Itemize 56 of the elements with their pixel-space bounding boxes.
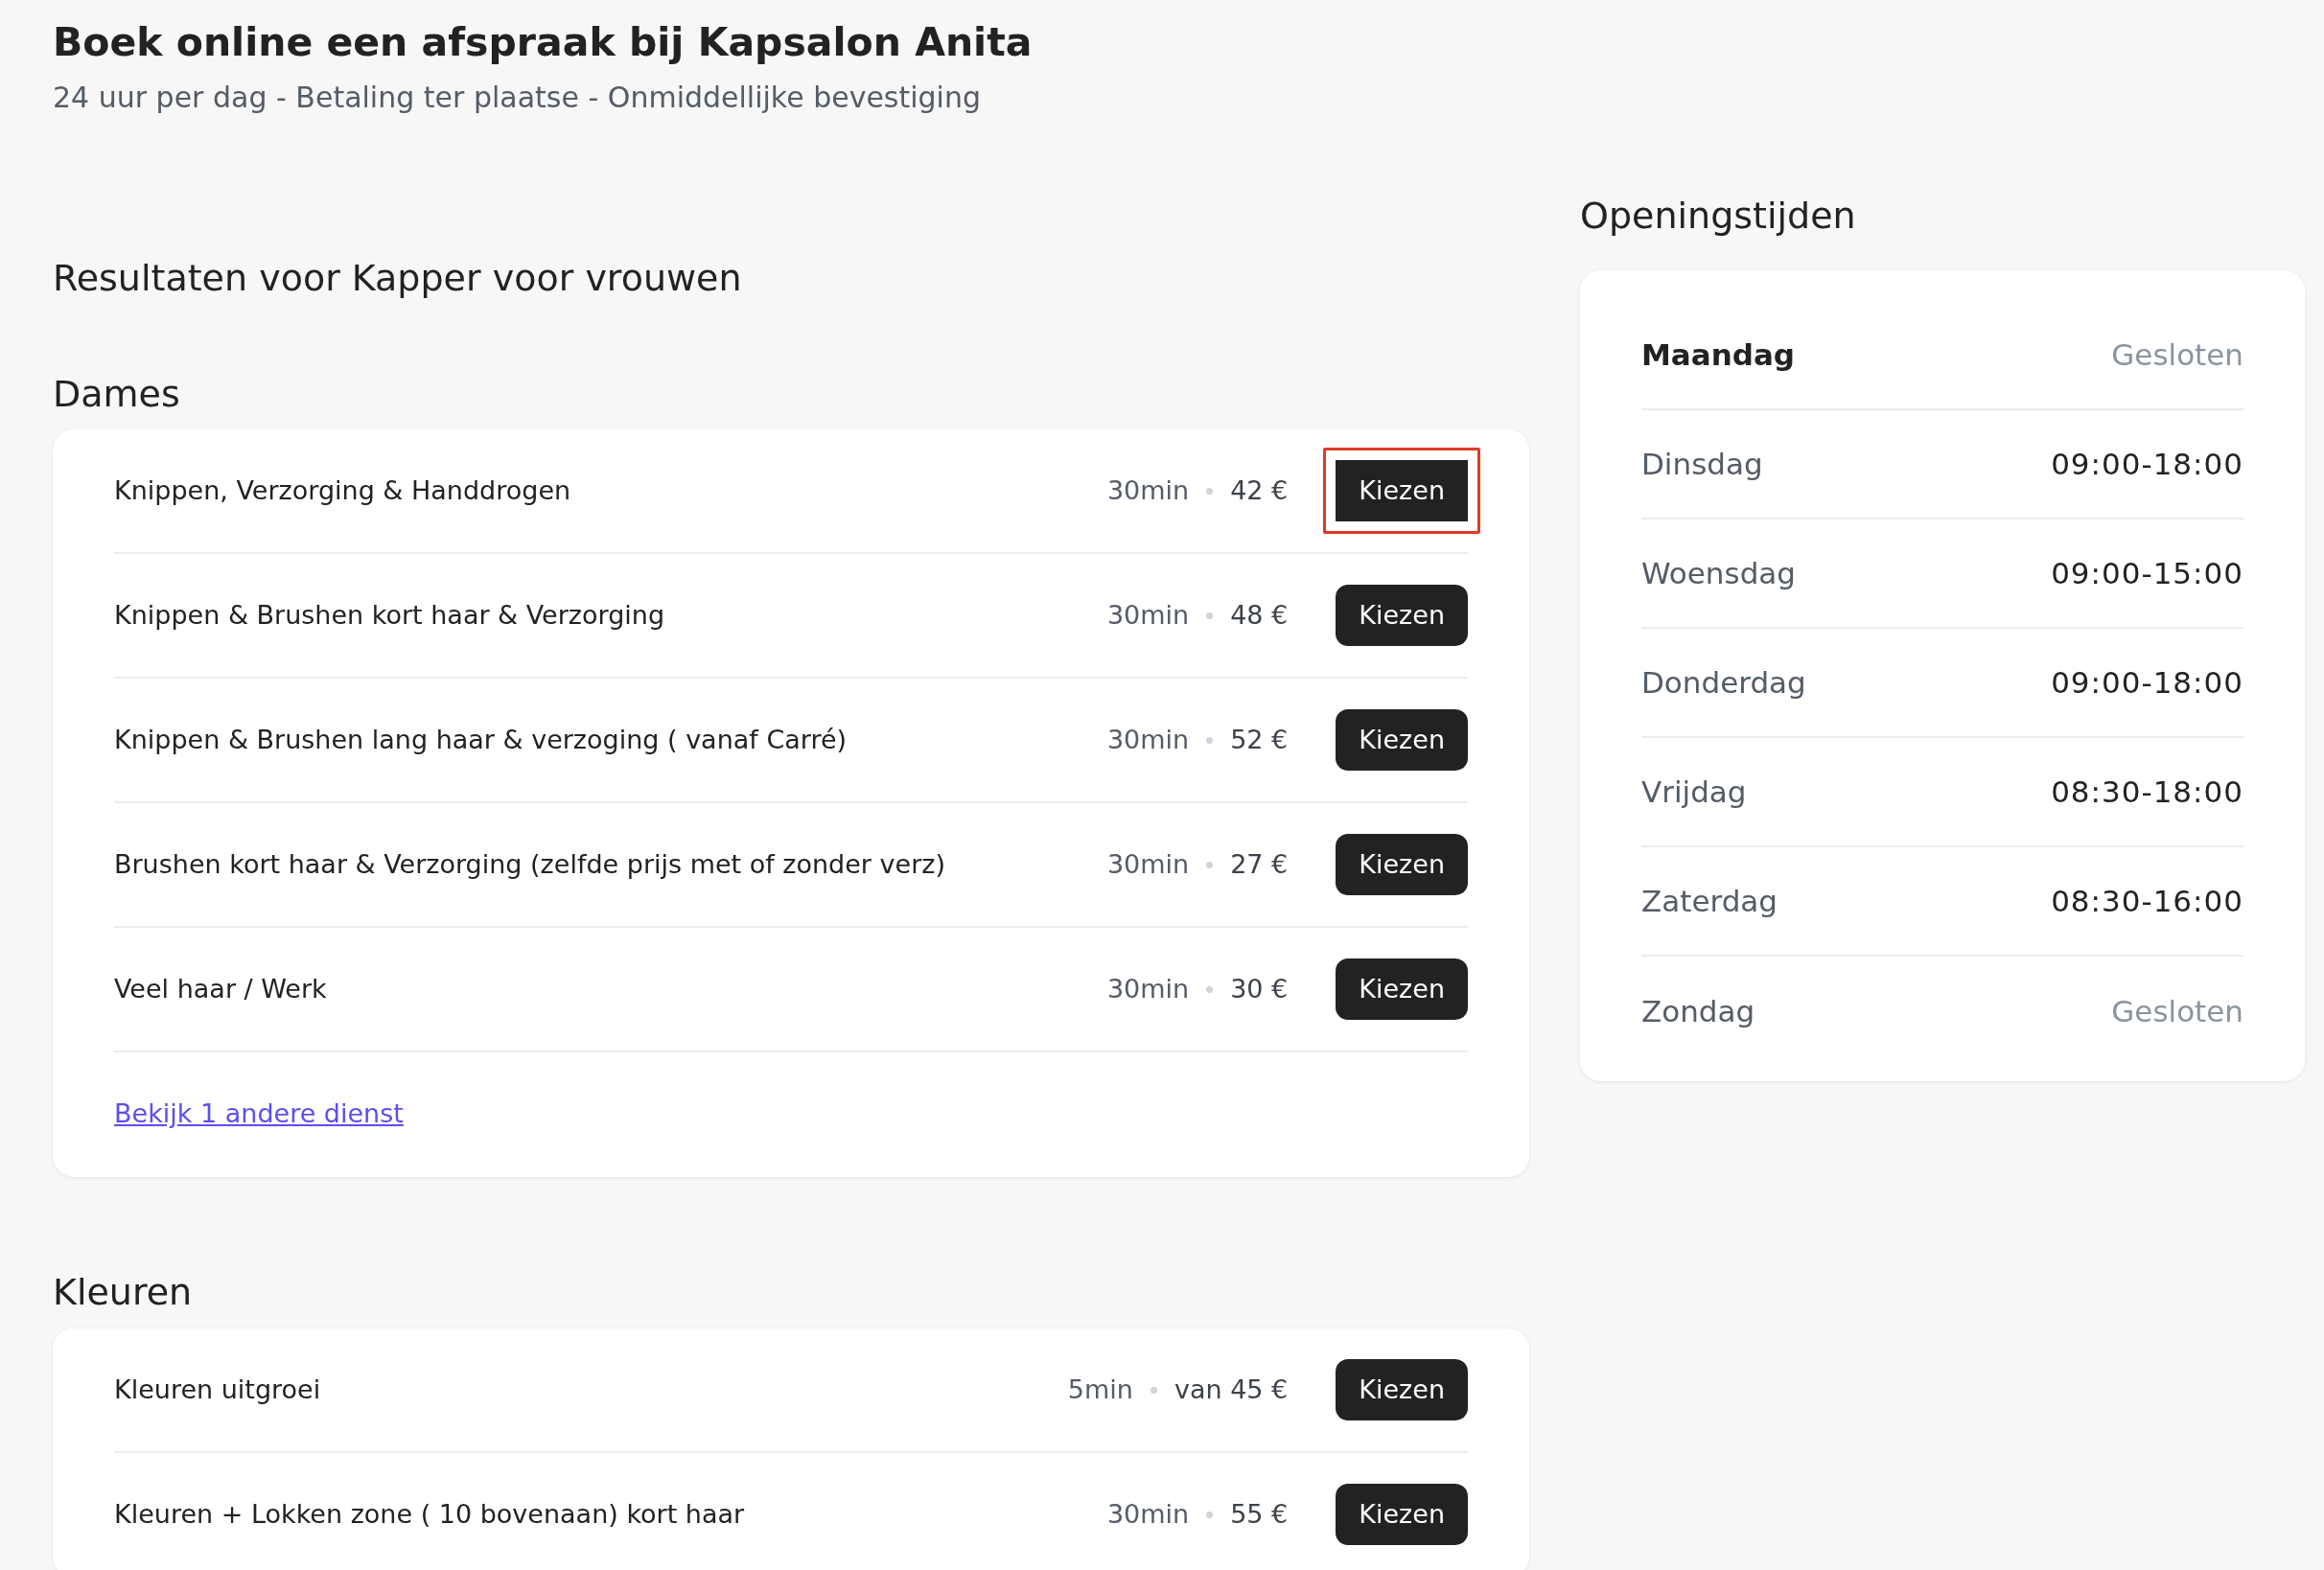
service-name: Kleuren + Lokken zone ( 10 bovenaan) kort haar (114, 1497, 746, 1531)
opening-hours: Gesloten (2111, 992, 2243, 1030)
separator-dot (1150, 1386, 1157, 1394)
service-name: Brushen kort haar & Verzorging (zelfde prijs met of zonder verz) (114, 848, 946, 882)
service-name: Veel haar / Werk (114, 973, 328, 1006)
service-price: 48 € (1230, 599, 1289, 633)
opening-hours: 09:00-18:00 (2051, 663, 2243, 702)
opening-hours: 09:00-18:00 (2051, 445, 2243, 483)
separator-dot (1206, 862, 1214, 868)
service-duration: 30min (1106, 599, 1190, 633)
separator-dot (1206, 488, 1214, 495)
day-name: Maandag (1641, 335, 1796, 374)
choose-button[interactable]: Kiezen (1323, 448, 1480, 535)
separator-dot (1206, 737, 1214, 744)
day-name: Donderdag (1641, 663, 1806, 702)
day-name: Vrijdag (1641, 773, 1747, 811)
separator-dot (1206, 986, 1214, 993)
service-name: Knippen, Verzorging & Handdrogen (114, 474, 572, 508)
opening-hours: 08:30-16:00 (2051, 882, 2243, 920)
day-name: Woensdag (1641, 554, 1797, 592)
opening-hours: Gesloten (2111, 335, 2243, 374)
page-title: Boek online een afspraak bij Kapsalon Anita (53, 18, 1034, 67)
results-heading: Resultaten voor Kapper voor vrouwen (53, 257, 743, 301)
day-name: Zondag (1641, 992, 1755, 1030)
opening-hours: 09:00-15:00 (2051, 554, 2243, 592)
opening-hours-heading: Openingstijden (1580, 195, 1857, 239)
choose-button[interactable]: Kiezen (1336, 709, 1468, 772)
service-duration: 30min (1106, 1497, 1190, 1531)
day-name: Zaterdag (1641, 882, 1778, 920)
service-duration: 30min (1106, 848, 1190, 882)
service-price: 27 € (1230, 848, 1289, 882)
service-name: Knippen & Brushen lang haar & verzoging ( vanaf Carré) (114, 724, 848, 757)
service-price: 55 € (1230, 1497, 1289, 1531)
service-duration: 5min (1067, 1373, 1133, 1406)
separator-dot (1206, 612, 1214, 619)
choose-button[interactable]: Kiezen (1336, 958, 1468, 1021)
service-duration: 30min (1106, 724, 1190, 757)
service-price: van 45 € (1174, 1373, 1289, 1406)
service-price: 42 € (1230, 474, 1289, 508)
category-heading: Kleuren (53, 1271, 194, 1316)
choose-button[interactable]: Kiezen (1336, 834, 1468, 896)
service-name: Kleuren uitgroei (114, 1373, 322, 1406)
service-duration: 30min (1106, 474, 1190, 508)
choose-button[interactable]: Kiezen (1336, 585, 1468, 647)
service-name: Knippen & Brushen kort haar & Verzorging (114, 599, 666, 633)
separator-dot (1206, 1511, 1214, 1518)
service-duration: 30min (1106, 973, 1190, 1006)
more-services-link[interactable]: Bekijk 1 andere dienst (114, 1095, 404, 1134)
choose-button[interactable]: Kiezen (1336, 1359, 1468, 1421)
service-price: 30 € (1230, 973, 1289, 1006)
category-heading: Dames (53, 372, 181, 417)
opening-hours: 08:30-18:00 (2051, 773, 2243, 811)
service-price: 52 € (1230, 724, 1289, 757)
choose-button[interactable]: Kiezen (1336, 1484, 1468, 1546)
page-subtitle: 24 uur per dag - Betaling ter plaatse - Onmiddellijke bevestiging (53, 80, 982, 117)
day-name: Dinsdag (1641, 445, 1763, 483)
